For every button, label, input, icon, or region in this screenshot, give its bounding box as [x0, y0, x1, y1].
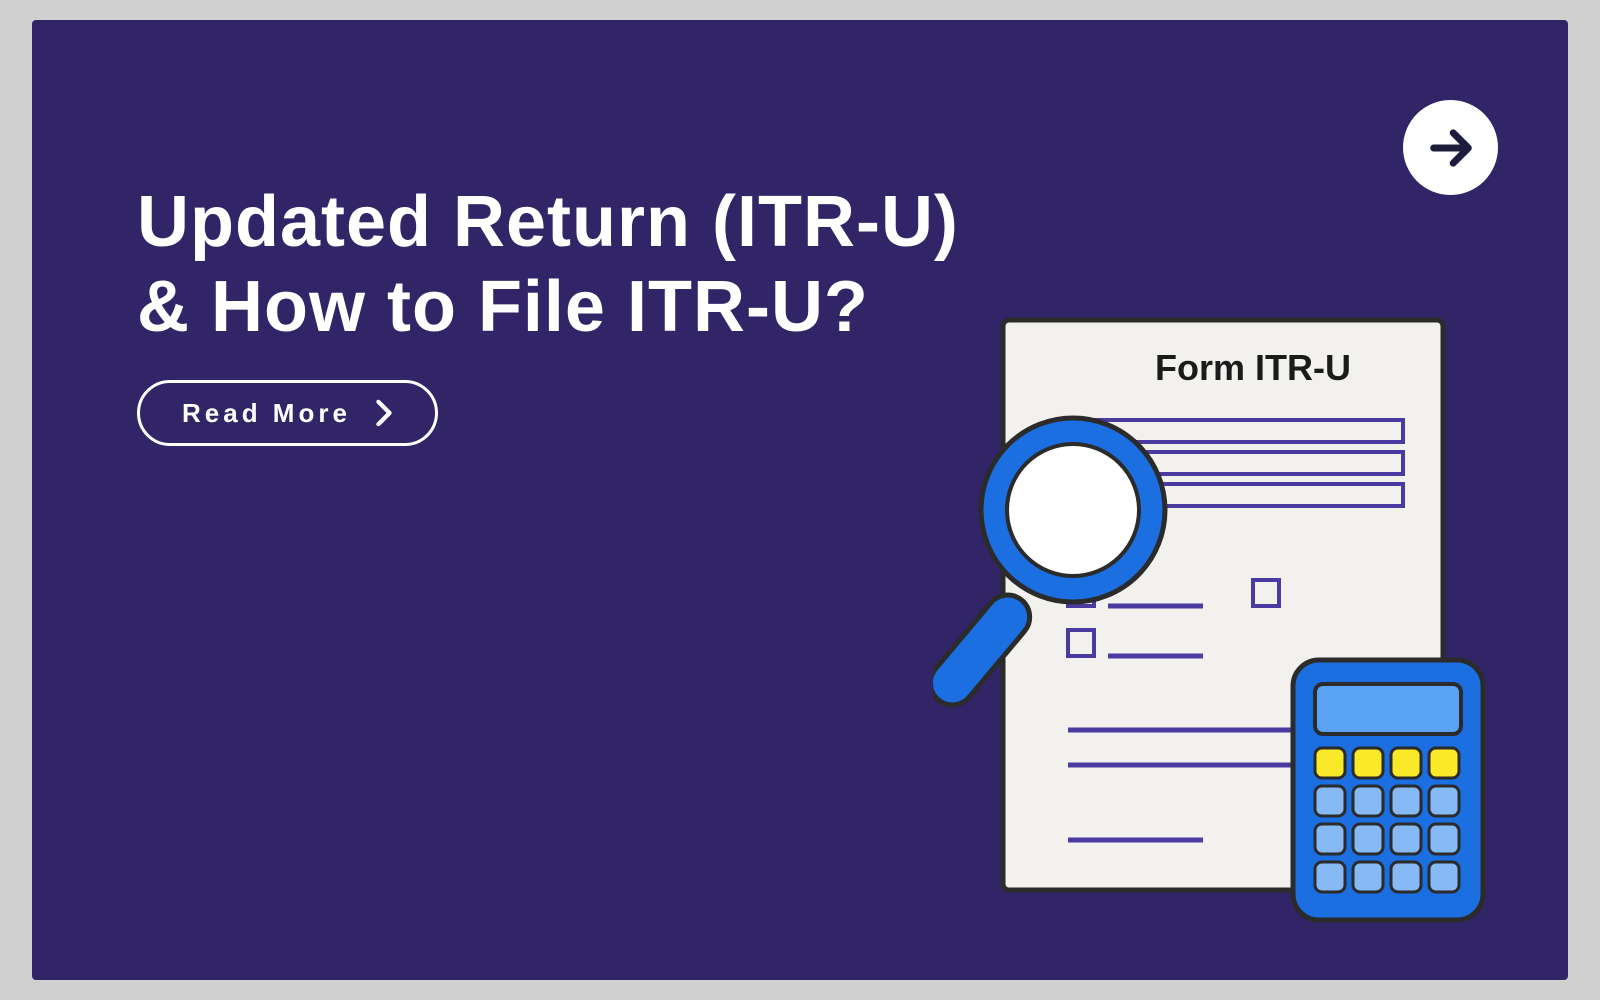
form-illustration: Form ITR-U [933, 300, 1493, 940]
arrow-right-icon [1425, 122, 1477, 174]
hero-title-line2: & How to File ITR-U? [137, 267, 869, 347]
hero-title: Updated Return (ITR-U) & How to File ITR… [137, 180, 959, 350]
read-more-label: Read More [182, 398, 351, 429]
read-more-button[interactable]: Read More [137, 380, 438, 446]
chevron-right-icon [375, 399, 393, 427]
calculator-icon [1293, 660, 1483, 920]
next-button[interactable] [1403, 100, 1498, 195]
form-heading: Form ITR-U [1155, 347, 1351, 388]
promo-card: Updated Return (ITR-U) & How to File ITR… [32, 20, 1568, 980]
hero-title-line1: Updated Return (ITR-U) [137, 182, 959, 262]
